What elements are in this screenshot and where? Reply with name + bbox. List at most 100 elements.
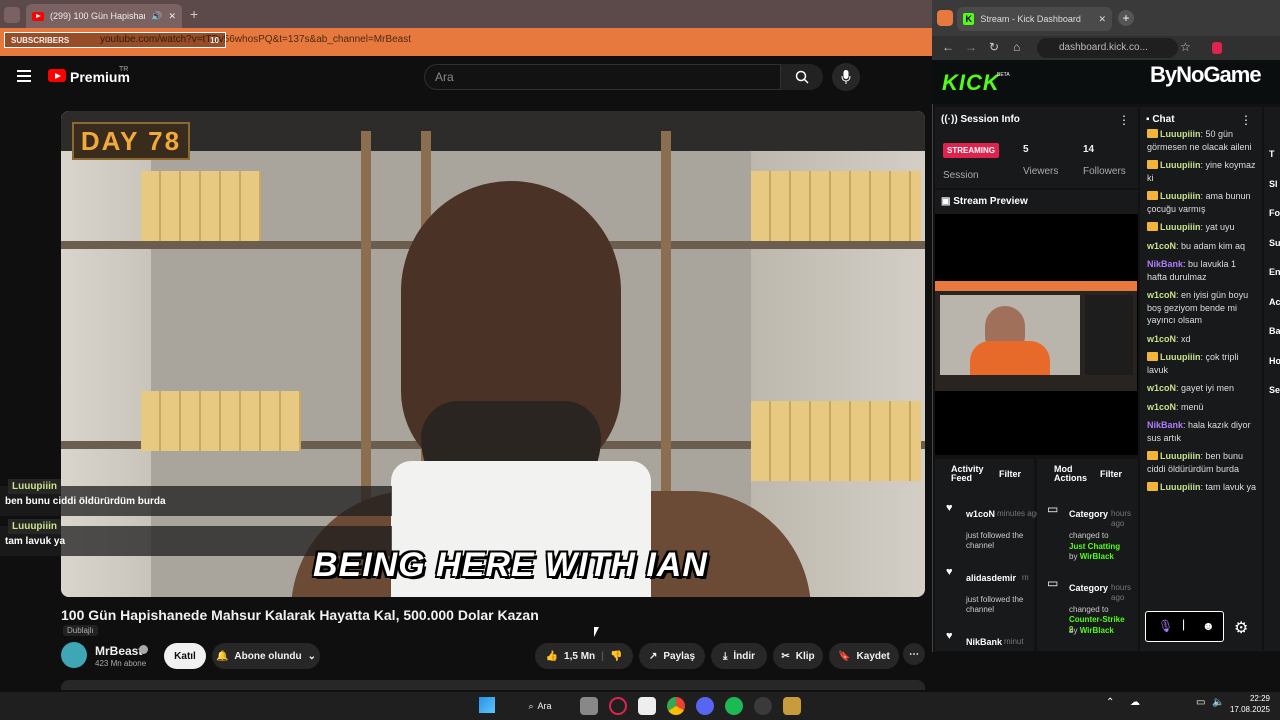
more-options-icon[interactable]: ⋯ bbox=[903, 643, 925, 665]
download-label: İndir bbox=[733, 650, 756, 662]
chat-username[interactable]: Luuupiiin bbox=[1160, 129, 1201, 139]
thumbs-up-icon: 👍 bbox=[545, 650, 559, 662]
thumbs-down-icon[interactable]: 👎 bbox=[610, 651, 622, 662]
discord-icon[interactable] bbox=[696, 697, 714, 715]
chat-username[interactable]: Luuupiiin bbox=[1160, 191, 1201, 201]
subscribed-button[interactable]: 🔔 Abone olundu ⌄ bbox=[212, 643, 320, 669]
side-panel-label[interactable]: Ho bbox=[1269, 347, 1280, 377]
youtube-tab[interactable]: (299) 100 Gün Hapishanede 🔊 ✕ bbox=[26, 4, 182, 28]
chat-username[interactable]: Luuupiiin bbox=[1160, 160, 1201, 170]
bookmark-star-icon[interactable]: ☆ bbox=[1180, 40, 1191, 54]
emoji-icon[interactable]: ☻ bbox=[1202, 619, 1215, 633]
chat-username[interactable]: Luuupiiin bbox=[1160, 482, 1201, 492]
mod-action-time: hours ago bbox=[1111, 583, 1132, 602]
side-panel-label[interactable]: Ac bbox=[1269, 288, 1280, 318]
chat-message: Luuupiiin: 50 gün görmesen ne olacak ail… bbox=[1147, 129, 1252, 152]
side-panel-label[interactable]: Ba bbox=[1269, 317, 1280, 347]
kick-logo[interactable]: KICK bbox=[942, 70, 1000, 96]
volume-icon[interactable]: 🔈 bbox=[1212, 697, 1224, 708]
description-box[interactable] bbox=[61, 680, 925, 690]
gear-icon[interactable]: ⚙ bbox=[1234, 618, 1248, 638]
share-button[interactable]: ↗ Paylaş bbox=[639, 643, 705, 669]
more-options-icon[interactable]: ⋮ bbox=[1118, 113, 1130, 127]
network-icon[interactable]: ▭ bbox=[1196, 697, 1205, 708]
channel-name[interactable]: MrBeast bbox=[95, 644, 142, 658]
chat-username[interactable]: w1coN bbox=[1147, 402, 1176, 412]
home-icon[interactable]: ⌂ bbox=[1013, 40, 1020, 54]
address-url[interactable]: dashboard.kick.co... bbox=[1037, 38, 1178, 58]
chat-text: yat uyu bbox=[1205, 222, 1235, 232]
chat-username[interactable]: NikBank bbox=[1147, 259, 1183, 269]
chevron-up-icon[interactable]: ⌃ bbox=[1106, 697, 1114, 708]
chat-message: Luuupiiin: ben bunu ciddi öldürürdüm bur… bbox=[1147, 451, 1244, 474]
side-panel-label[interactable]: En bbox=[1269, 258, 1280, 288]
crown-badge-icon bbox=[1147, 191, 1158, 200]
close-tab-icon[interactable]: ✕ bbox=[1098, 14, 1106, 25]
tab-list-button[interactable] bbox=[4, 7, 20, 23]
activity-time: minutes ago bbox=[997, 509, 1041, 518]
taskbar-search-button[interactable]: ⌕ Ara bbox=[515, 696, 565, 716]
like-button[interactable]: 👍 1,5 Mn | 👎 bbox=[535, 643, 633, 669]
game-launcher-icon[interactable] bbox=[783, 697, 801, 715]
more-options-icon[interactable]: ⋮ bbox=[1240, 113, 1252, 127]
microphone-icon[interactable]: 🎙 bbox=[1158, 619, 1173, 633]
followers-count: 14 bbox=[1083, 144, 1095, 155]
chat-text: xd bbox=[1181, 333, 1191, 344]
save-button[interactable]: 🔖 Kaydet bbox=[829, 643, 899, 669]
clock-time: 22:29 bbox=[1249, 694, 1270, 703]
menu-icon[interactable] bbox=[17, 70, 31, 82]
tab-title: Stream - Kick Dashboard bbox=[980, 14, 1081, 24]
back-icon[interactable]: ← bbox=[942, 40, 954, 54]
search-input[interactable]: Ara bbox=[424, 64, 781, 90]
chat-username[interactable]: Luuupiiin bbox=[1160, 451, 1201, 461]
clip-button[interactable]: ✂ Klip bbox=[773, 643, 823, 669]
chat-username[interactable]: w1coN bbox=[1147, 241, 1176, 251]
side-panel-label[interactable]: Se bbox=[1269, 376, 1280, 406]
chat-input[interactable]: 🎙 | ☻ bbox=[1145, 611, 1224, 642]
speaker-icon[interactable]: 🔊 bbox=[151, 11, 162, 22]
activity-filter-button[interactable]: Filter bbox=[999, 469, 1021, 479]
beta-badge: BETA bbox=[997, 72, 1010, 78]
kick-tab[interactable]: K Stream - Kick Dashboard ✕ bbox=[957, 7, 1112, 31]
side-panel-label[interactable]: Fo bbox=[1269, 199, 1280, 229]
new-tab-button[interactable]: + bbox=[190, 6, 198, 22]
cloud-icon[interactable]: ☁ bbox=[1130, 697, 1140, 708]
search-button[interactable] bbox=[781, 64, 823, 90]
windows-start-icon[interactable] bbox=[479, 697, 495, 713]
mod-filter-button[interactable]: Filter bbox=[1100, 469, 1122, 479]
tab-list-button[interactable] bbox=[937, 10, 953, 26]
video-caption: BEING HERE WITH IAN bbox=[313, 546, 708, 584]
chat-log[interactable]: Luuupiiin: 50 gün görmesen ne olacak ail… bbox=[1147, 128, 1257, 608]
system-clock[interactable]: 22:29 17.08.2025 bbox=[1226, 693, 1270, 715]
spotify-icon[interactable] bbox=[725, 697, 743, 715]
scissors-icon: ✂ bbox=[781, 650, 790, 662]
reload-icon[interactable]: ↻ bbox=[989, 40, 999, 54]
channel-avatar[interactable] bbox=[61, 642, 87, 668]
side-panel-label[interactable]: Su bbox=[1269, 229, 1280, 259]
extension-icon[interactable] bbox=[1212, 42, 1222, 54]
download-button[interactable]: ⤓ İndir bbox=[711, 643, 767, 669]
chat-username[interactable]: w1coN bbox=[1147, 334, 1176, 344]
capcut-icon[interactable] bbox=[638, 697, 656, 715]
opera-icon[interactable] bbox=[609, 697, 627, 715]
stream-preview-video[interactable] bbox=[935, 281, 1137, 391]
join-button[interactable]: Katıl bbox=[164, 643, 206, 669]
app-icon[interactable] bbox=[754, 697, 772, 715]
video-player[interactable] bbox=[61, 111, 925, 597]
chat-username[interactable]: Luuupiiin bbox=[1160, 222, 1201, 232]
task-view-icon[interactable] bbox=[580, 697, 598, 715]
side-panel-label[interactable]: T bbox=[1269, 140, 1280, 170]
chat-username[interactable]: w1coN bbox=[1147, 383, 1176, 393]
youtube-logo-icon[interactable] bbox=[48, 69, 66, 82]
chat-username[interactable]: w1coN bbox=[1147, 290, 1176, 300]
close-tab-icon[interactable]: ✕ bbox=[168, 11, 176, 22]
side-panel-label[interactable]: Sl bbox=[1269, 170, 1280, 200]
chat-username[interactable]: Luuupiiin bbox=[1160, 352, 1201, 362]
chat-username[interactable]: NikBank bbox=[1147, 420, 1183, 430]
bookmark-icon: 🔖 bbox=[838, 650, 851, 662]
forward-icon[interactable]: → bbox=[965, 40, 977, 54]
chrome-icon[interactable] bbox=[667, 697, 685, 715]
new-tab-button[interactable]: + bbox=[1118, 10, 1134, 26]
crown-badge-icon bbox=[1147, 451, 1158, 460]
voice-search-button[interactable] bbox=[832, 63, 860, 91]
